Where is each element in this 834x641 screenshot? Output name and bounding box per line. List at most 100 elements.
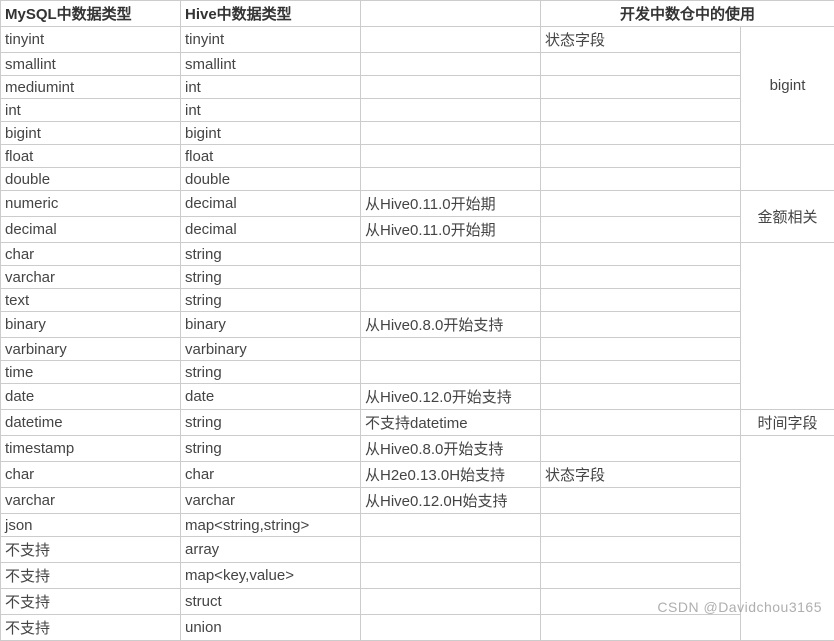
table-row: datetimestring不支持datetime时间字段 (1, 410, 834, 436)
cell-use (541, 338, 741, 361)
cell-mysql: char (1, 462, 181, 488)
cell-note (361, 615, 541, 641)
cell-hive: string (181, 243, 361, 266)
cell-note (361, 243, 541, 266)
table-row: floatfloat (1, 145, 834, 168)
cell-mysql: timestamp (1, 436, 181, 462)
cell-use (541, 361, 741, 384)
header-mysql: MySQL中数据类型 (1, 1, 181, 27)
type-mapping-table: MySQL中数据类型 Hive中数据类型 开发中数仓中的使用 tinyint t… (0, 0, 834, 641)
cell-note: 从Hive0.12.0H始支持 (361, 488, 541, 514)
cell-mysql: date (1, 384, 181, 410)
table-row: tinyint tinyint 状态字段 bigint (1, 27, 834, 53)
cell-use (541, 563, 741, 589)
cell-note: 从Hive0.8.0开始支持 (361, 436, 541, 462)
cell-note: 不支持datetime (361, 410, 541, 436)
cell-hive: smallint (181, 53, 361, 76)
cell-mysql: datetime (1, 410, 181, 436)
cell-use (541, 289, 741, 312)
cell-hive: string (181, 289, 361, 312)
table-row: datedate从Hive0.12.0开始支持 (1, 384, 834, 410)
table-row: 不支持map<key,value> (1, 563, 834, 589)
cell-use (541, 615, 741, 641)
cell-mysql: 不支持 (1, 537, 181, 563)
cell-hive: tinyint (181, 27, 361, 53)
cell-mysql: float (1, 145, 181, 168)
table-row: numericdecimal从Hive0.11.0开始期金额相关 (1, 191, 834, 217)
table-row: smallintsmallint (1, 53, 834, 76)
table-row: varcharvarchar从Hive0.12.0H始支持 (1, 488, 834, 514)
header-hive: Hive中数据类型 (181, 1, 361, 27)
cell-hive: bigint (181, 122, 361, 145)
cell-use: 状态字段 (541, 27, 741, 53)
cell-use (541, 168, 741, 191)
cell-note (361, 361, 541, 384)
cell-mysql: decimal (1, 217, 181, 243)
header-usage: 开发中数仓中的使用 (541, 1, 834, 27)
cell-use (541, 122, 741, 145)
cell-note (361, 53, 541, 76)
table-row: 不支持union (1, 615, 834, 641)
table-row: charstring (1, 243, 834, 266)
cell-hive: map<string,string> (181, 514, 361, 537)
cell-use (541, 537, 741, 563)
cell-use (541, 589, 741, 615)
table-row: timestampstring从Hive0.8.0开始支持 (1, 436, 834, 462)
cell-hive: char (181, 462, 361, 488)
table-row: timestring (1, 361, 834, 384)
cell-hive: binary (181, 312, 361, 338)
header-note (361, 1, 541, 27)
cell-hive: date (181, 384, 361, 410)
cell-hive: struct (181, 589, 361, 615)
cell-note (361, 289, 541, 312)
cell-note: 从Hive0.8.0开始支持 (361, 312, 541, 338)
cell-hive: union (181, 615, 361, 641)
cell-note (361, 563, 541, 589)
table-row: decimaldecimal从Hive0.11.0开始期 (1, 217, 834, 243)
cell-note (361, 338, 541, 361)
cell-note: 从Hive0.12.0开始支持 (361, 384, 541, 410)
table-header-row: MySQL中数据类型 Hive中数据类型 开发中数仓中的使用 (1, 1, 834, 27)
cell-hive: varchar (181, 488, 361, 514)
cell-use (541, 266, 741, 289)
cell-mysql: 不支持 (1, 615, 181, 641)
cell-mysql: varchar (1, 266, 181, 289)
table-row: varbinaryvarbinary (1, 338, 834, 361)
table-row: jsonmap<string,string> (1, 514, 834, 537)
cell-note: 从H2e0.13.0H始支持 (361, 462, 541, 488)
cell-use (541, 53, 741, 76)
cell-use (541, 384, 741, 410)
cell-mysql: mediumint (1, 76, 181, 99)
cell-use (541, 312, 741, 338)
cell-note (361, 99, 541, 122)
cell-note (361, 168, 541, 191)
cell-hive: string (181, 266, 361, 289)
cell-mysql: double (1, 168, 181, 191)
cell-mysql: varbinary (1, 338, 181, 361)
cell-note (361, 266, 541, 289)
table-row: binarybinary从Hive0.8.0开始支持 (1, 312, 834, 338)
cell-use (541, 191, 741, 217)
cell-mysql: text (1, 289, 181, 312)
cell-note (361, 514, 541, 537)
cell-note (361, 589, 541, 615)
cell-note (361, 145, 541, 168)
cell-hive: int (181, 76, 361, 99)
cell-use (541, 76, 741, 99)
cell-mysql: 不支持 (1, 589, 181, 615)
cell-hive: decimal (181, 217, 361, 243)
cell-hive: double (181, 168, 361, 191)
table-row: varcharstring (1, 266, 834, 289)
cell-mysql: numeric (1, 191, 181, 217)
cell-note (361, 76, 541, 99)
cell-use (541, 99, 741, 122)
cell-mysql: tinyint (1, 27, 181, 53)
cell-use (541, 410, 741, 436)
table-row: intint (1, 99, 834, 122)
cell-use (541, 243, 741, 266)
cell-note (361, 537, 541, 563)
cell-hive: string (181, 436, 361, 462)
cell-use (541, 436, 741, 462)
cell-mysql: varchar (1, 488, 181, 514)
cell-hive: decimal (181, 191, 361, 217)
